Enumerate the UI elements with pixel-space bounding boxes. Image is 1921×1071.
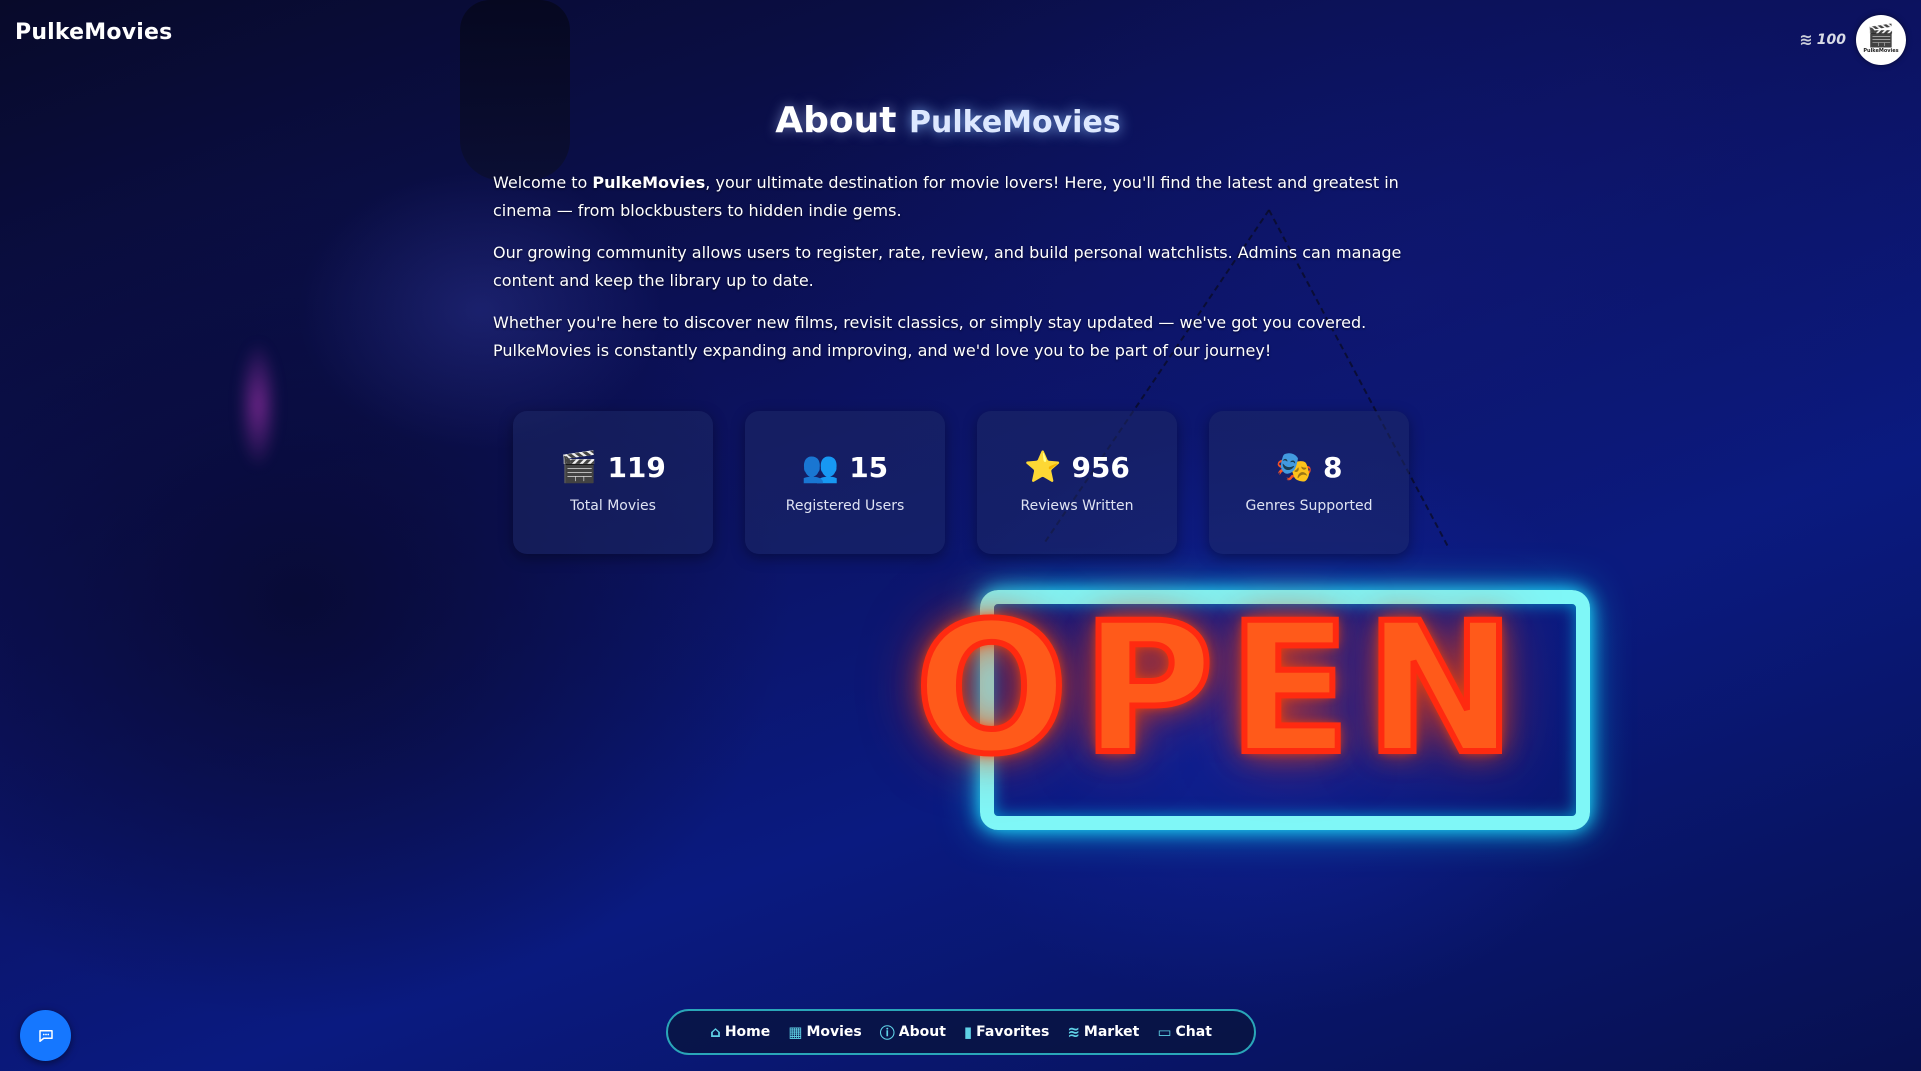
stat-card-genres: 🎭 8 Genres Supported <box>1209 411 1409 554</box>
home-icon: ⌂ <box>710 1023 721 1041</box>
nav-item-about[interactable]: ⓘ About <box>880 1022 946 1043</box>
chat-launcher-button[interactable] <box>20 1010 71 1061</box>
users-icon: 👥 <box>801 449 840 485</box>
stat-label: Registered Users <box>785 498 905 514</box>
chat-bubble-icon <box>38 1029 53 1042</box>
stat-label: Reviews Written <box>1020 498 1134 514</box>
film-icon: ▦ <box>788 1023 803 1041</box>
brand-logo[interactable]: PulkeMovies <box>15 20 172 45</box>
neon-sign-text: OPEN <box>912 585 1530 794</box>
nav-item-market[interactable]: ≋ Market <box>1067 1023 1139 1041</box>
nav-item-chat[interactable]: ▭ Chat <box>1157 1023 1212 1041</box>
page-title-accent: PulkeMovies <box>909 105 1121 140</box>
nav-item-label: Favorites <box>976 1024 1050 1040</box>
stat-card-reviews: ⭐ 956 Reviews Written <box>977 411 1177 554</box>
nav-item-label: Chat <box>1175 1024 1212 1040</box>
stat-card-users: 👥 15 Registered Users <box>745 411 945 554</box>
about-paragraph-2: Our growing community allows users to re… <box>493 243 1402 290</box>
chat-bubble-icon: ▭ <box>1157 1023 1172 1041</box>
coins-icon: ≋ <box>1067 1023 1080 1041</box>
about-paragraph-1-start: Welcome to <box>493 173 593 192</box>
about-paragraph-1: Welcome to PulkeMovies, your ultimate de… <box>493 169 1403 225</box>
about-section: About PulkeMovies Welcome to PulkeMovies… <box>493 100 1403 365</box>
page-title-prefix: About <box>775 100 897 141</box>
page-title: About PulkeMovies <box>493 100 1403 141</box>
nav-item-movies[interactable]: ▦ Movies <box>788 1023 862 1041</box>
stats-row: 🎬 119 Total Movies 👥 15 Registered Users… <box>513 411 1409 554</box>
avatar[interactable]: 🎬 PulkeMovies <box>1856 15 1906 65</box>
nav-item-favorites[interactable]: ▮ Favorites <box>964 1023 1049 1041</box>
coin-balance[interactable]: ≋ 100 <box>1799 30 1846 49</box>
nav-item-label: Home <box>724 1024 771 1040</box>
background-lamp-highlight <box>238 340 278 470</box>
nav-item-label: Market <box>1083 1024 1140 1040</box>
stat-value: 8 <box>1322 451 1343 484</box>
stat-value: 15 <box>849 451 889 484</box>
stat-value: 119 <box>607 451 666 484</box>
bookmark-icon: ▮ <box>963 1023 973 1041</box>
clapperboard-icon: 🎬 <box>560 449 598 485</box>
avatar-label: PulkeMovies <box>1863 48 1899 54</box>
nav-item-home[interactable]: ⌂ Home <box>710 1023 770 1041</box>
about-paragraph-1-brand: PulkeMovies <box>592 173 706 192</box>
stat-value: 956 <box>1071 451 1130 484</box>
clapperboard-icon: 🎬 <box>1867 24 1895 49</box>
nav-item-label: Movies <box>806 1024 862 1040</box>
nav-item-label: About <box>898 1024 946 1040</box>
stat-label: Genres Supported <box>1245 498 1373 514</box>
about-paragraph-3: Whether you're here to discover new film… <box>493 313 1367 360</box>
stat-label: Total Movies <box>570 498 656 514</box>
theater-masks-icon: 🎭 <box>1275 449 1313 485</box>
bottom-nav: ⌂ Home ▦ Movies ⓘ About ▮ Favorites ≋ Ma… <box>666 1009 1256 1055</box>
stat-card-movies: 🎬 119 Total Movies <box>513 411 713 554</box>
coin-balance-value: 100 <box>1816 31 1846 48</box>
coins-icon: ≋ <box>1799 30 1813 49</box>
star-icon: ⭐ <box>1024 449 1062 485</box>
info-icon: ⓘ <box>879 1023 895 1042</box>
